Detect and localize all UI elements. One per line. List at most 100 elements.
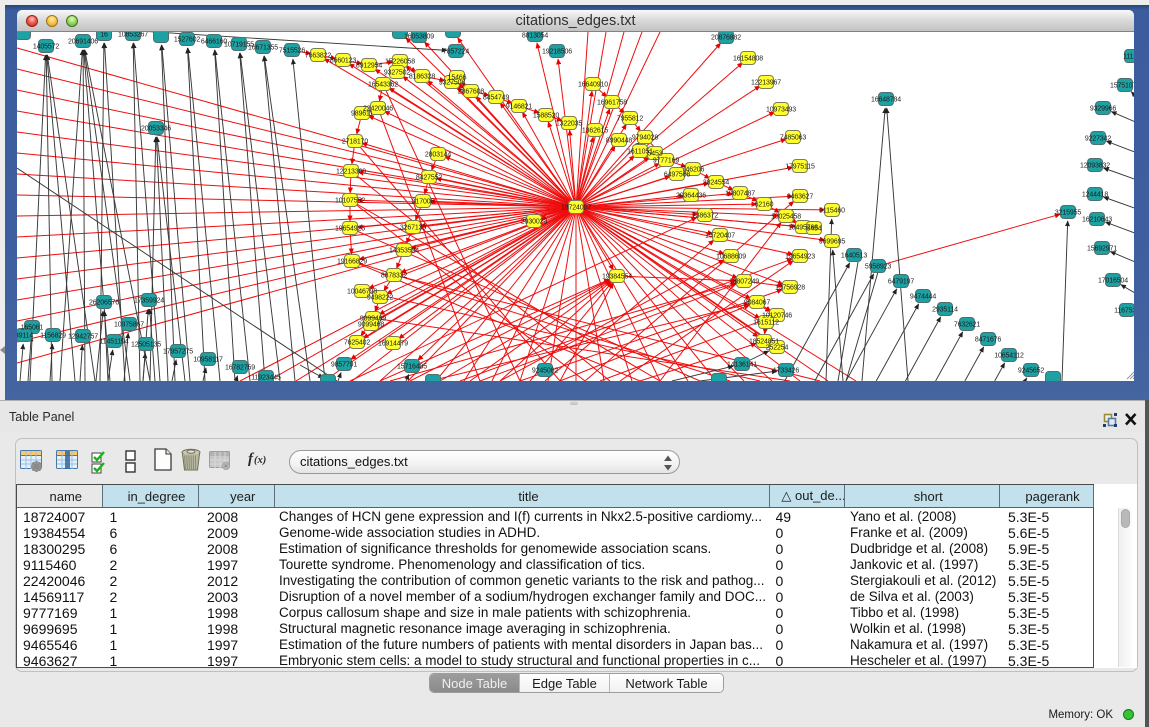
svg-text:15466: 15466 bbox=[448, 74, 467, 81]
svg-text:16961758: 16961758 bbox=[597, 99, 627, 106]
svg-text:7485063: 7485063 bbox=[780, 134, 806, 141]
svg-text:2867608: 2867608 bbox=[458, 88, 484, 95]
svg-text:9474444: 9474444 bbox=[910, 293, 936, 300]
svg-text:19166829: 19166829 bbox=[337, 258, 367, 265]
svg-text:7663822: 7663822 bbox=[305, 52, 331, 59]
svg-text:9327502: 9327502 bbox=[384, 69, 410, 76]
svg-text:9146821: 9146821 bbox=[506, 103, 532, 110]
svg-text:10107552: 10107552 bbox=[335, 197, 365, 204]
svg-text:1156829: 1156829 bbox=[40, 332, 66, 339]
svg-text:16671355: 16671355 bbox=[248, 44, 278, 51]
svg-text:6479197: 6479197 bbox=[888, 278, 914, 285]
svg-text:9115460: 9115460 bbox=[819, 207, 845, 214]
svg-text:3824554: 3824554 bbox=[703, 179, 729, 186]
svg-text:10973493: 10973493 bbox=[766, 106, 796, 113]
svg-text:19654923: 19654923 bbox=[785, 253, 815, 260]
svg-text:8912954: 8912954 bbox=[356, 62, 382, 69]
svg-text:17359924: 17359924 bbox=[134, 297, 164, 304]
svg-text:20876882: 20876882 bbox=[711, 34, 741, 41]
svg-text:10958117: 10958117 bbox=[193, 356, 223, 363]
svg-text:5958923: 5958923 bbox=[865, 263, 891, 270]
svg-text:(x): (x) bbox=[254, 455, 266, 466]
svg-text:8454: 8454 bbox=[807, 225, 822, 232]
svg-text:10120746: 10120746 bbox=[762, 312, 792, 319]
svg-text:252254: 252254 bbox=[766, 344, 789, 351]
svg-text:16648784: 16648784 bbox=[871, 96, 901, 103]
svg-text:10807487: 10807487 bbox=[725, 190, 755, 197]
svg-text:8878332: 8878332 bbox=[381, 272, 407, 279]
svg-text:8471676: 8471676 bbox=[975, 336, 1001, 343]
svg-text:15716485: 15716485 bbox=[397, 363, 427, 370]
svg-text:12213369: 12213369 bbox=[336, 168, 366, 175]
svg-text:11923445: 11923445 bbox=[251, 374, 281, 381]
svg-text:7857224: 7857224 bbox=[443, 48, 469, 55]
svg-text:16210643: 16210643 bbox=[1082, 216, 1112, 223]
svg-text:16053809: 16053809 bbox=[404, 33, 434, 40]
svg-text:1615112: 1615112 bbox=[753, 319, 779, 326]
svg-text:1733426: 1733426 bbox=[773, 367, 799, 374]
svg-text:20364436: 20364436 bbox=[676, 192, 706, 199]
svg-text:16914479: 16914479 bbox=[378, 340, 408, 347]
svg-text:2803144: 2803144 bbox=[425, 151, 451, 158]
svg-text:16640910: 16640910 bbox=[578, 81, 608, 88]
svg-text:9777169: 9777169 bbox=[653, 157, 679, 164]
svg-text:15692971: 15692971 bbox=[1087, 245, 1117, 252]
svg-text:165061: 165061 bbox=[21, 324, 44, 331]
svg-text:10654112: 10654112 bbox=[994, 352, 1024, 359]
svg-text:14353594: 14353594 bbox=[389, 247, 419, 254]
svg-text:9699695: 9699695 bbox=[819, 238, 845, 245]
svg-text:19756928: 19756928 bbox=[775, 284, 805, 291]
svg-text:9498222: 9498222 bbox=[367, 294, 393, 301]
svg-text:989611: 989611 bbox=[351, 110, 373, 117]
svg-text:16154808: 16154808 bbox=[733, 55, 763, 62]
svg-text:5453: 5453 bbox=[648, 150, 663, 157]
svg-text:317006: 317006 bbox=[412, 198, 435, 205]
svg-text:8990448: 8990448 bbox=[606, 137, 632, 144]
svg-text:7625402: 7625402 bbox=[344, 339, 370, 346]
svg-text:9245652: 9245652 bbox=[1018, 367, 1044, 374]
svg-text:7955812: 7955812 bbox=[617, 115, 643, 122]
svg-text:17957275: 17957275 bbox=[163, 348, 193, 355]
svg-text:11124: 11124 bbox=[1123, 53, 1134, 60]
svg-text:18807249: 18807249 bbox=[729, 278, 759, 285]
svg-text:3215955: 3215955 bbox=[1055, 209, 1081, 216]
svg-text:7386372: 7386372 bbox=[692, 212, 718, 219]
svg-text:19218506: 19218506 bbox=[542, 48, 572, 55]
svg-text:9227342: 9227342 bbox=[1085, 135, 1111, 142]
svg-text:12093832: 12093832 bbox=[1080, 162, 1110, 169]
svg-text:16782759: 16782759 bbox=[225, 364, 255, 371]
svg-text:10853267: 10853267 bbox=[118, 32, 148, 38]
svg-text:1362615: 1362615 bbox=[582, 127, 608, 134]
svg-text:1588520: 1588520 bbox=[533, 112, 559, 119]
svg-text:2930023: 2930023 bbox=[521, 218, 547, 225]
svg-text:62160: 62160 bbox=[755, 201, 774, 208]
svg-text:16543362: 16543362 bbox=[368, 81, 398, 88]
svg-text:18724007: 18724007 bbox=[561, 204, 591, 211]
svg-text:17975115: 17975115 bbox=[785, 163, 815, 170]
svg-text:9245082: 9245082 bbox=[532, 367, 558, 374]
svg-text:9463627: 9463627 bbox=[787, 193, 813, 200]
svg-text:26206576: 26206576 bbox=[89, 299, 119, 306]
svg-text:1405572: 1405572 bbox=[33, 43, 59, 50]
svg-text:1244418: 1244418 bbox=[1082, 191, 1108, 198]
svg-text:6497568: 6497568 bbox=[664, 171, 690, 178]
svg-text:7515526: 7515526 bbox=[279, 47, 305, 54]
svg-text:15720407: 15720407 bbox=[705, 232, 735, 239]
svg-text:19384554: 19384554 bbox=[602, 273, 632, 280]
svg-text:8427552: 8427552 bbox=[416, 174, 442, 181]
svg-text:12942757: 12942757 bbox=[68, 333, 98, 340]
svg-text:8454749: 8454749 bbox=[483, 94, 509, 101]
svg-text:9794028: 9794028 bbox=[632, 134, 658, 141]
svg-text:7632621: 7632621 bbox=[954, 321, 980, 328]
svg-text:2718170: 2718170 bbox=[342, 138, 368, 145]
svg-text:9084067: 9084067 bbox=[744, 299, 770, 306]
svg-text:9329966: 9329966 bbox=[1090, 105, 1116, 112]
svg-text:12505135: 12505135 bbox=[131, 341, 161, 348]
svg-text:8660123: 8660123 bbox=[330, 57, 356, 64]
svg-text:15751074: 15751074 bbox=[1110, 82, 1134, 89]
svg-text:9857791: 9857791 bbox=[331, 361, 357, 368]
svg-text:3267130: 3267130 bbox=[400, 224, 426, 231]
svg-text:10975867: 10975867 bbox=[114, 321, 144, 328]
svg-text:8813054: 8813054 bbox=[522, 32, 548, 39]
svg-text:1527602: 1527602 bbox=[174, 36, 200, 43]
